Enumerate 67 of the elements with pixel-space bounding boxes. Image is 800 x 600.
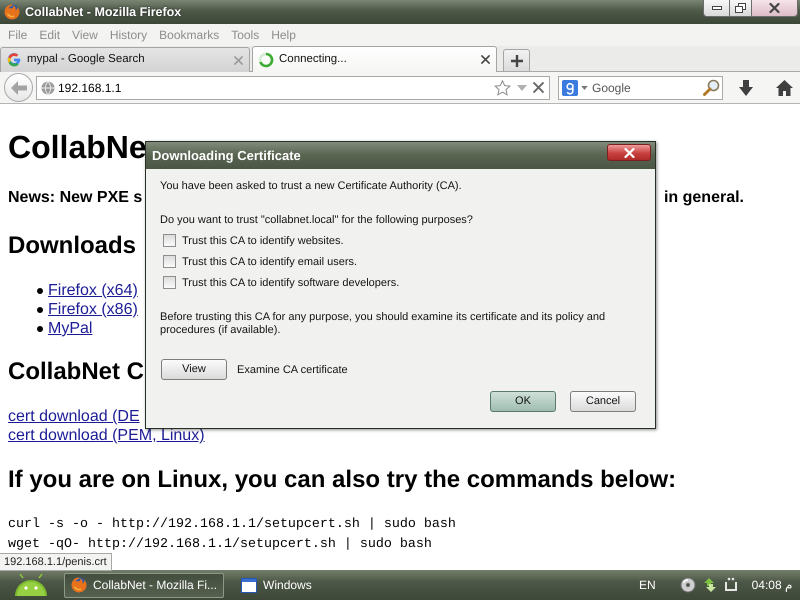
close-icon [624, 148, 634, 158]
home-icon[interactable] [776, 80, 793, 96]
browser-logo-icon [4, 4, 20, 20]
language-indicator[interactable]: EN [638, 576, 656, 594]
section-heading: Downloads [8, 232, 136, 260]
window-title: CollabNet - Mozilla Firefox [25, 4, 182, 21]
checkbox[interactable] [163, 234, 176, 247]
taskbar-button[interactable]: Windows [234, 572, 319, 598]
dialog-text: You have been asked to trust a new Certificate Authority (CA). [160, 179, 462, 193]
cert-download-link[interactable]: cert download (DE [8, 407, 140, 426]
bullet-icon [37, 288, 43, 294]
star-icon[interactable] [494, 80, 511, 96]
arrows-icon[interactable] [702, 577, 718, 593]
view-caption: Examine CA certificate [237, 362, 348, 376]
dialog-text: Before trusting this CA for any purpose, you should examine its certificate and its policy and procedures (if available). [160, 311, 606, 337]
stop-icon[interactable] [533, 82, 544, 93]
download-icon[interactable] [739, 80, 753, 96]
section-heading: CollabNet C [8, 358, 144, 386]
bullet-icon [37, 306, 43, 312]
close-button[interactable] [752, 0, 798, 17]
download-link[interactable]: Firefox (x86) [48, 300, 138, 319]
clock-text[interactable]: 04:08 م [752, 576, 792, 594]
plus-icon [510, 54, 522, 66]
search-icon[interactable] [703, 79, 720, 96]
close-icon[interactable] [481, 55, 490, 64]
cert-download-link[interactable]: cert download (PEM, Linux) [8, 426, 205, 445]
command-text: curl -s -o - http://192.168.1.1/setupcert.sh | sudo bash [8, 516, 456, 534]
back-arrow-icon [10, 80, 26, 94]
view-button[interactable]: View [161, 359, 227, 380]
download-link[interactable]: Firefox (x64) [48, 281, 138, 300]
dialog-title: Downloading Certificate [152, 147, 301, 165]
new-tab-button[interactable] [503, 49, 530, 71]
checkbox-label[interactable]: Trust this CA to identify websites. [182, 234, 344, 248]
checkbox[interactable] [163, 276, 176, 289]
page-heading: CollabNe [8, 129, 147, 166]
search-field[interactable]: Google [558, 76, 723, 100]
news-text: in general. [664, 188, 744, 207]
address-field[interactable]: 192.168.1.1 [36, 76, 550, 100]
dialog-button[interactable]: OK [490, 391, 556, 412]
browser-tab[interactable]: mypal - Google Search [0, 47, 250, 72]
robot-head-icon[interactable] [14, 574, 48, 596]
section-heading: If you are on Linux, you can also try the commands below: [8, 466, 676, 494]
browser-tab[interactable]: Connecting... [252, 46, 497, 72]
close-icon [769, 3, 780, 13]
bullet-icon [37, 326, 43, 332]
minimize-icon [712, 6, 722, 10]
news-text: News: New PXE s [8, 188, 142, 207]
search-engine-icon[interactable] [562, 80, 578, 96]
checkbox-label[interactable]: Trust this CA to identify email users. [182, 254, 358, 268]
restore-icon [735, 3, 746, 13]
link-status-text: 192.168.1.1/penis.crt [0, 553, 112, 571]
taskbar-button[interactable]: CollabNet - Mozilla Fi... [64, 572, 224, 598]
command-text: wget -qO- http://192.168.1.1/setupcert.sh | sudo bash [8, 536, 432, 554]
dialog-button[interactable]: Cancel [570, 391, 636, 412]
close-button[interactable] [607, 144, 651, 161]
minimize-button[interactable] [703, 0, 730, 17]
checkbox[interactable] [163, 255, 176, 268]
dropdown-caret-icon[interactable] [581, 86, 588, 90]
disc-icon[interactable] [680, 577, 696, 593]
tray-bracket-icon[interactable] [724, 577, 738, 593]
restore-button[interactable] [730, 0, 752, 17]
window-icon [241, 578, 258, 592]
globe-icon [41, 80, 55, 94]
browser-logo-icon [71, 577, 87, 593]
download-link[interactable]: MyPal [48, 319, 92, 338]
checkbox-label[interactable]: Trust this CA to identify software developers. [182, 276, 400, 290]
dialog-text: Do you want to trust "collabnet.local" for the following purposes? [160, 213, 473, 227]
